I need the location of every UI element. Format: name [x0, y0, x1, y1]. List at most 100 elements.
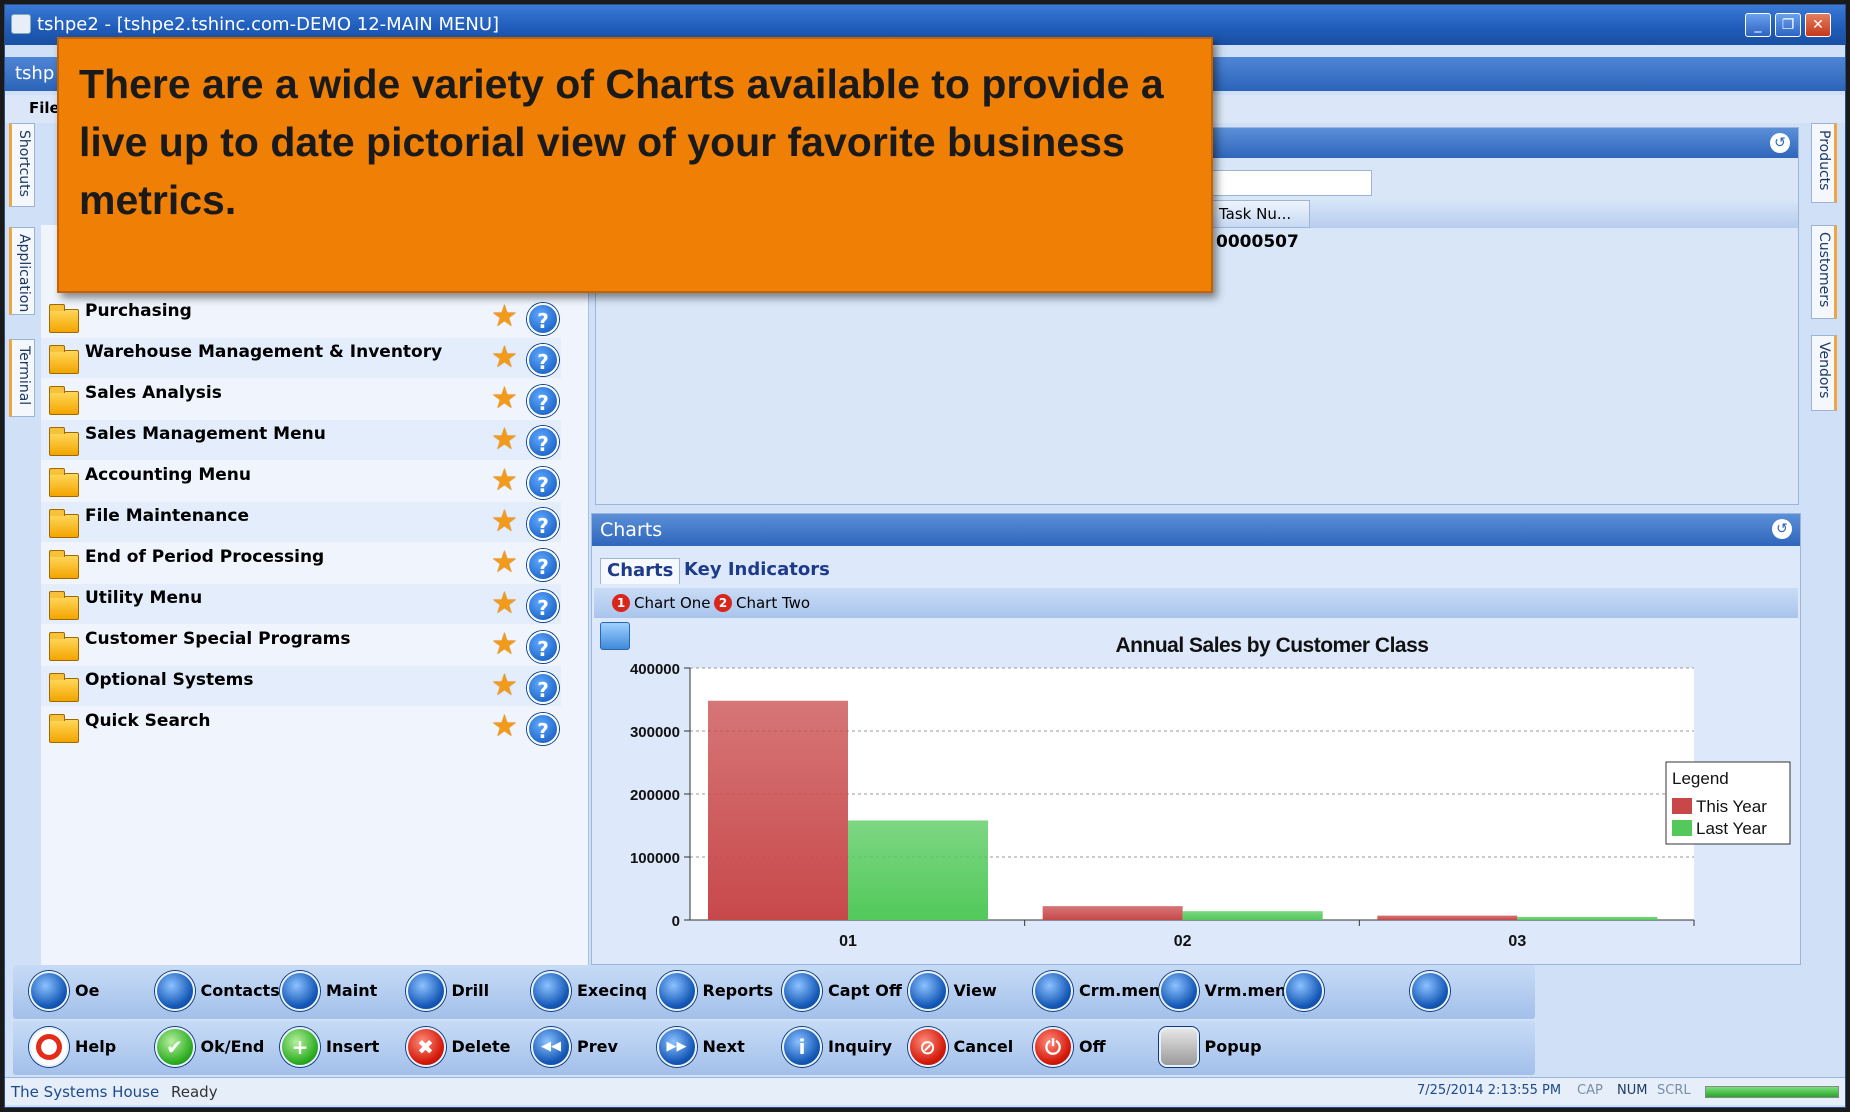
- ok-end-button[interactable]: ✔ Ok/End: [154, 1021, 275, 1073]
- restore-button[interactable]: ❐: [1775, 13, 1801, 37]
- oe-button[interactable]: Oe: [29, 965, 149, 1017]
- command-label: Delete: [451, 1037, 511, 1056]
- pin-icon[interactable]: ↺: [1770, 133, 1790, 153]
- help-icon[interactable]: ?: [527, 631, 559, 663]
- favorite-star-icon[interactable]: ★: [491, 466, 518, 496]
- chart-two-button[interactable]: Chart Two: [736, 594, 810, 612]
- cancel-button[interactable]: ⊘ Cancel: [907, 1021, 1028, 1073]
- tab-vendors[interactable]: Vendors: [1811, 335, 1837, 411]
- column-header-task-number[interactable]: Task Nu...: [1212, 200, 1310, 228]
- delete-button[interactable]: ✖ Delete: [405, 1021, 526, 1073]
- tab-products[interactable]: Products: [1811, 123, 1837, 203]
- favorite-star-icon[interactable]: ★: [491, 384, 518, 414]
- popup-button[interactable]: Popup: [1158, 1021, 1279, 1073]
- help-icon[interactable]: ?: [527, 590, 559, 622]
- tab-application[interactable]: Application: [9, 227, 35, 315]
- menu-item[interactable]: Warehouse Management & Inventory ★?: [41, 338, 561, 378]
- insert-button[interactable]: + Insert: [280, 1021, 400, 1073]
- check-icon: ✔: [154, 1027, 195, 1067]
- chart-one-badge-icon[interactable]: 1: [612, 594, 630, 612]
- blank-button[interactable]: [1284, 965, 1404, 1017]
- command-label: Popup: [1204, 1037, 1262, 1056]
- help-icon[interactable]: ?: [527, 549, 559, 581]
- help-icon[interactable]: ?: [527, 672, 559, 704]
- x-tick-label: 02: [1174, 933, 1192, 950]
- vrm-menu-button[interactable]: Vrm.menu: [1158, 965, 1298, 1017]
- lifebuoy-icon: [29, 1027, 69, 1067]
- favorite-star-icon[interactable]: ★: [491, 302, 518, 332]
- callout-text: There are a wide variety of Charts avail…: [79, 61, 1164, 223]
- tab-terminal[interactable]: Terminal: [9, 339, 35, 417]
- plus-icon: +: [280, 1027, 320, 1067]
- help-icon[interactable]: ?: [527, 508, 559, 540]
- x-tick-label: 03: [1508, 933, 1526, 950]
- pin-icon[interactable]: ↺: [1772, 519, 1792, 539]
- off-button[interactable]: ⏻ Off: [1033, 1021, 1153, 1073]
- blank-button[interactable]: [1409, 965, 1530, 1017]
- favorite-star-icon[interactable]: ★: [491, 630, 518, 660]
- favorite-star-icon[interactable]: ★: [491, 671, 518, 701]
- menu-item[interactable]: File Maintenance ★?: [41, 502, 561, 542]
- favorite-star-icon[interactable]: ★: [491, 548, 518, 578]
- favorite-star-icon[interactable]: ★: [491, 507, 518, 537]
- help-button[interactable]: Help: [29, 1021, 149, 1073]
- menu-item[interactable]: Quick Search ★?: [41, 707, 561, 747]
- minimize-button[interactable]: _: [1745, 13, 1771, 37]
- folder-icon: [49, 632, 79, 661]
- favorite-star-icon[interactable]: ★: [491, 425, 518, 455]
- favorite-star-icon[interactable]: ★: [491, 712, 518, 742]
- next-button[interactable]: ▶▶ Next: [656, 1021, 777, 1073]
- menu-item[interactable]: Sales Analysis ★?: [41, 379, 561, 419]
- contacts-button[interactable]: Contacts: [154, 965, 280, 1017]
- status-progress-bar: [1705, 1086, 1839, 1098]
- main-menu-list: Purchasing ★? Warehouse Management & Inven…: [41, 225, 589, 965]
- tab-charts[interactable]: Charts: [600, 558, 681, 584]
- status-cap: CAP: [1577, 1083, 1603, 1098]
- close-button[interactable]: ✕: [1805, 13, 1831, 37]
- help-icon[interactable]: ?: [527, 467, 559, 499]
- menu-item-label: Warehouse Management & Inventory: [85, 342, 443, 362]
- chart-two-badge-icon[interactable]: 2: [714, 594, 732, 612]
- drill-button[interactable]: Drill: [405, 965, 526, 1017]
- menu-item[interactable]: End of Period Processing ★?: [41, 543, 561, 583]
- inquiry-button[interactable]: i Inquiry: [782, 1021, 902, 1073]
- chart-export-icon[interactable]: [600, 622, 630, 650]
- bar-last-year-02: [1182, 911, 1323, 920]
- menu-item[interactable]: Purchasing ★?: [41, 297, 561, 337]
- command-label: View: [953, 981, 997, 1000]
- folder-icon: [49, 427, 79, 456]
- task-number-cell[interactable]: 0000507: [1216, 232, 1299, 252]
- tab-shortcuts[interactable]: Shortcuts: [9, 123, 35, 207]
- cancel-icon: ⊘: [907, 1027, 948, 1067]
- menu-file[interactable]: File: [29, 99, 60, 117]
- help-icon[interactable]: ?: [527, 426, 559, 458]
- prev-button[interactable]: ◀◀ Prev: [531, 1021, 651, 1073]
- help-icon[interactable]: ?: [527, 344, 559, 376]
- favorite-star-icon[interactable]: ★: [491, 343, 518, 373]
- help-icon[interactable]: ?: [527, 713, 559, 745]
- tutorial-callout: There are a wide variety of Charts avail…: [57, 37, 1213, 293]
- help-icon[interactable]: ?: [527, 385, 559, 417]
- menu-item[interactable]: Customer Special Programs ★?: [41, 625, 561, 665]
- menu-item[interactable]: Accounting Menu ★?: [41, 461, 561, 501]
- execinq-button[interactable]: Execinq: [531, 965, 651, 1017]
- help-icon[interactable]: ?: [527, 303, 559, 335]
- crm-menu-button[interactable]: Crm.menu: [1033, 965, 1172, 1017]
- tab-customers[interactable]: Customers: [1811, 225, 1837, 319]
- capt-off-button[interactable]: Capt Off: [782, 965, 902, 1017]
- favorite-star-icon[interactable]: ★: [491, 589, 518, 619]
- y-tick-label: 200000: [630, 787, 680, 804]
- menu-item-label: Sales Management Menu: [85, 424, 326, 444]
- chart-one-button[interactable]: Chart One: [634, 594, 711, 612]
- view-button[interactable]: View: [907, 965, 1028, 1017]
- reports-button[interactable]: Reports: [656, 965, 777, 1017]
- menu-item[interactable]: Optional Systems ★?: [41, 666, 561, 706]
- menu-item[interactable]: Utility Menu ★?: [41, 584, 561, 624]
- command-label: Ok/End: [200, 1037, 265, 1056]
- menu-item[interactable]: Sales Management Menu ★?: [41, 420, 561, 460]
- maint-button[interactable]: Maint: [280, 965, 400, 1017]
- task-search-input[interactable]: [1196, 170, 1372, 196]
- command-label: Maint: [326, 981, 378, 1000]
- folder-icon: [49, 345, 79, 374]
- tab-key-indicators[interactable]: Key Indicators: [678, 558, 836, 584]
